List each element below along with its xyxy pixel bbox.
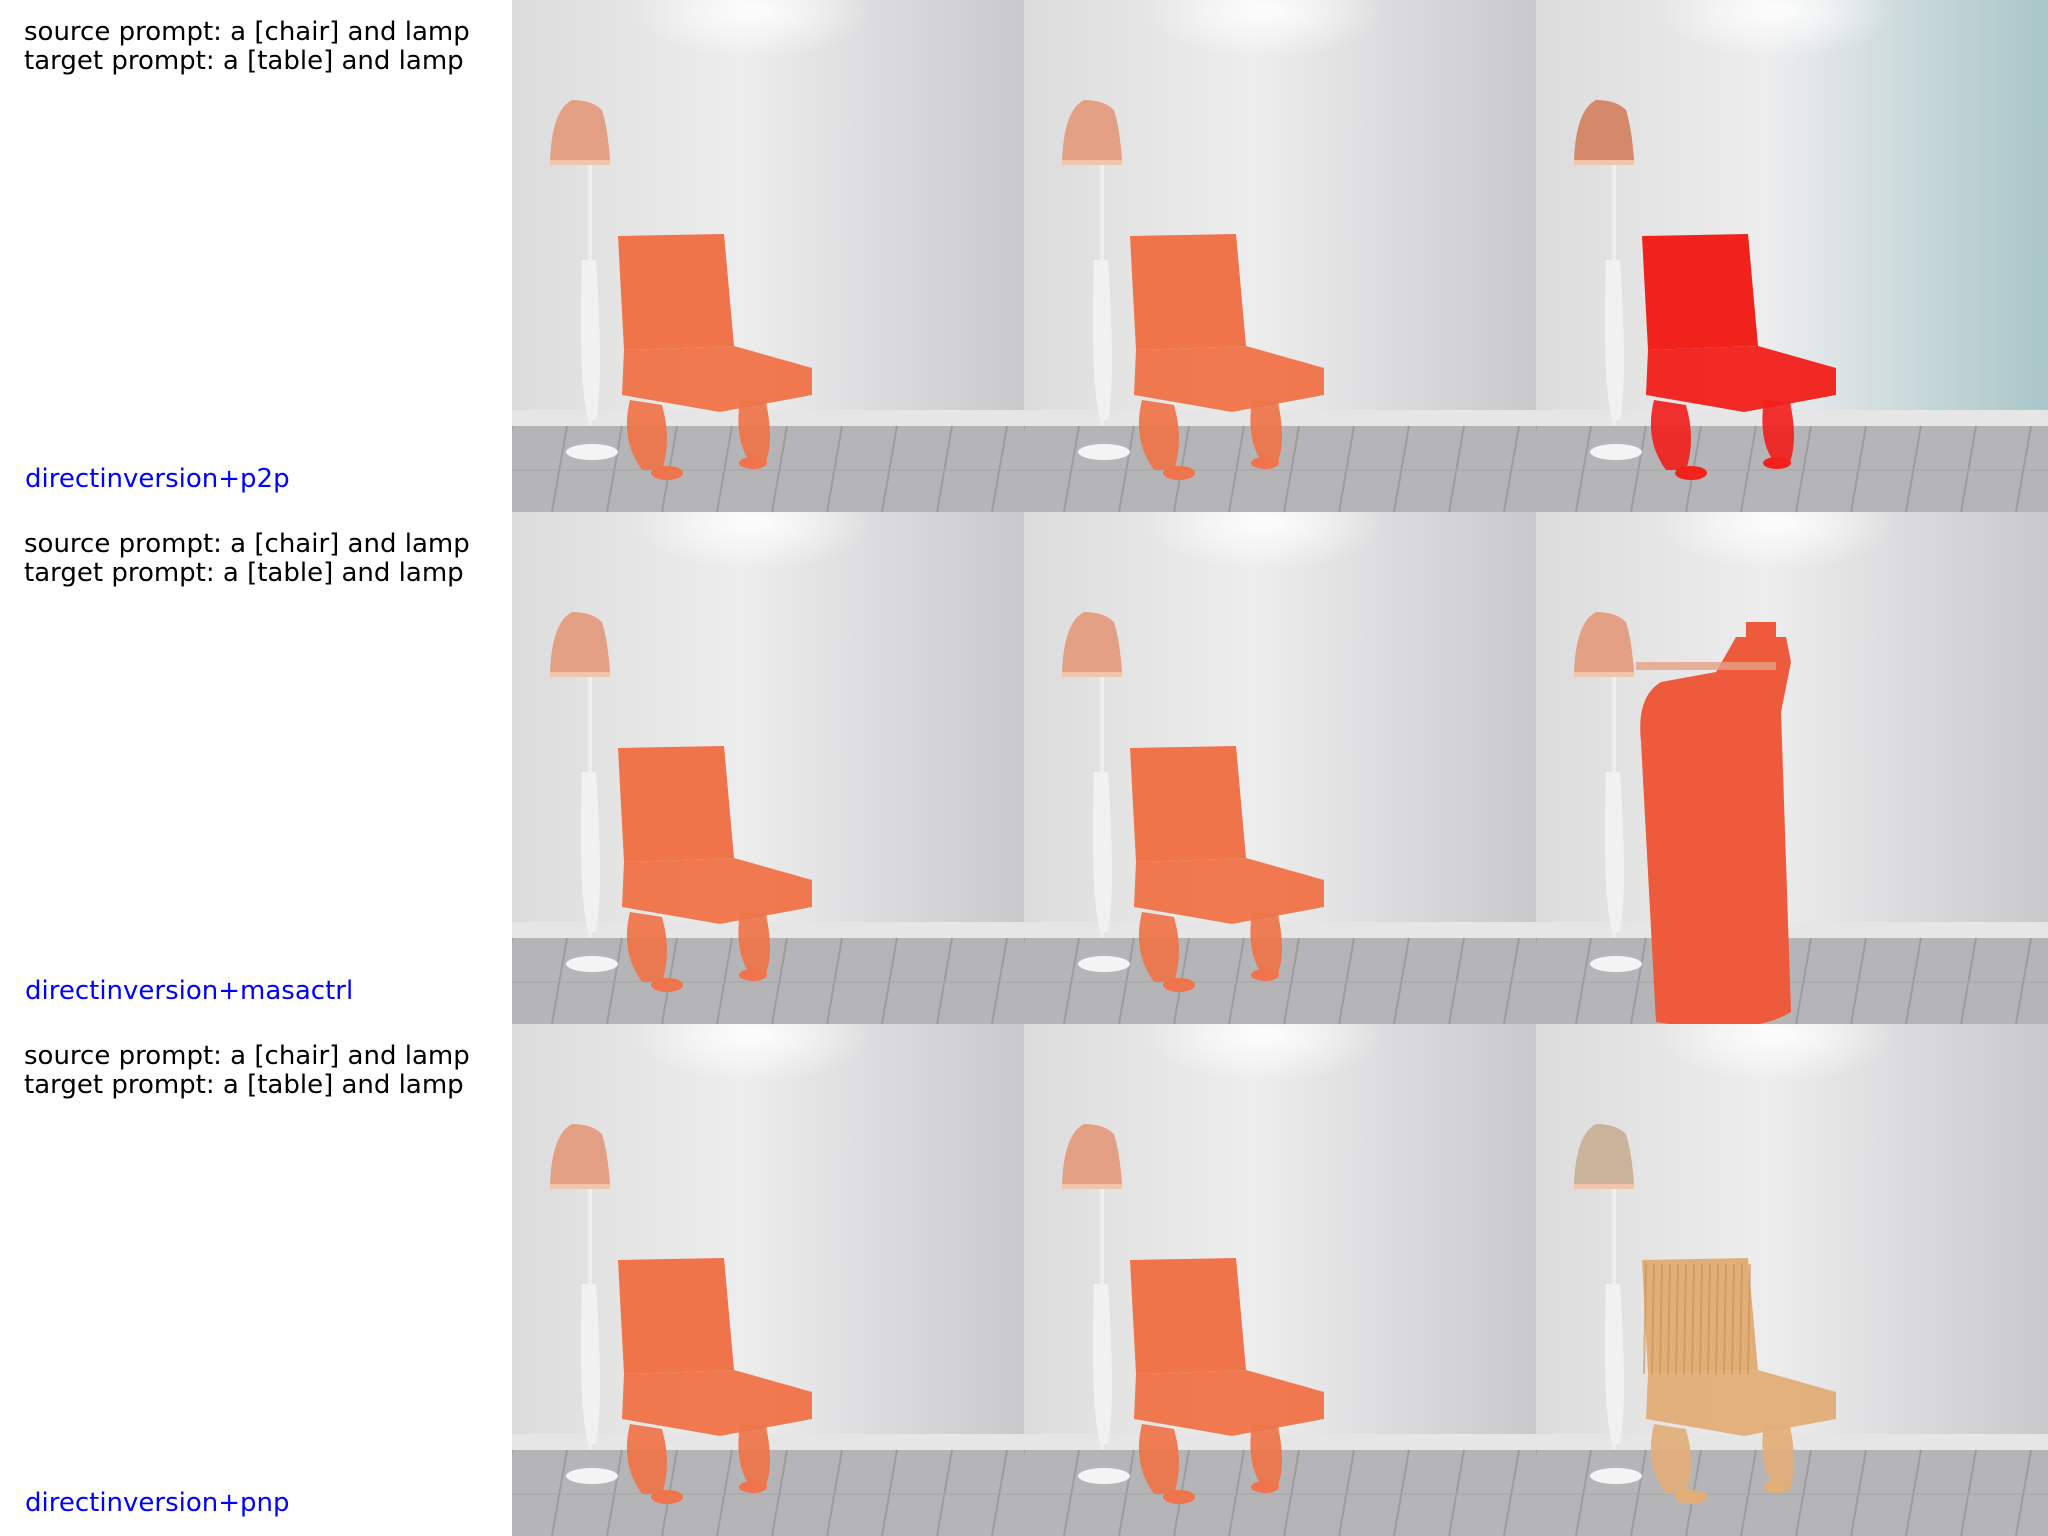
prompt-text: source prompt: a [chair] and lamp target… [24, 1042, 470, 1100]
image-panel-reconstruction [1024, 512, 1536, 1024]
target-prompt: target prompt: a [table] and lamp [24, 558, 464, 588]
row-label: source prompt: a [chair] and lamp target… [0, 1024, 512, 1536]
prompt-text: source prompt: a [chair] and lamp target… [24, 530, 470, 588]
image-panel-reconstruction [1024, 1024, 1536, 1536]
image-panel-source [512, 512, 1024, 1024]
blob-object [1640, 622, 1791, 1024]
source-prompt: source prompt: a [chair] and lamp [24, 17, 470, 47]
image-panel-edited [1536, 0, 2048, 512]
image-panel-source [512, 1024, 1024, 1536]
method-label: directinversion+masactrl [25, 976, 354, 1006]
target-prompt: target prompt: a [table] and lamp [24, 1070, 464, 1100]
row-label: source prompt: a [chair] and lamp target… [0, 0, 512, 512]
row-label: source prompt: a [chair] and lamp target… [0, 512, 512, 1024]
source-prompt: source prompt: a [chair] and lamp [24, 529, 470, 559]
image-panel-edited [1536, 512, 2048, 1024]
result-row-2: source prompt: a [chair] and lamp target… [0, 512, 2048, 1024]
method-label: directinversion+p2p [25, 464, 290, 494]
target-prompt: target prompt: a [table] and lamp [24, 46, 464, 76]
method-label: directinversion+pnp [25, 1488, 290, 1518]
image-panel-source [512, 0, 1024, 512]
result-row-1: source prompt: a [chair] and lamp target… [0, 0, 2048, 512]
image-panel-reconstruction [1024, 0, 1536, 512]
source-prompt: source prompt: a [chair] and lamp [24, 1041, 470, 1071]
result-row-3: source prompt: a [chair] and lamp target… [0, 1024, 2048, 1536]
image-panel-edited [1536, 1024, 2048, 1536]
prompt-text: source prompt: a [chair] and lamp target… [24, 18, 470, 76]
